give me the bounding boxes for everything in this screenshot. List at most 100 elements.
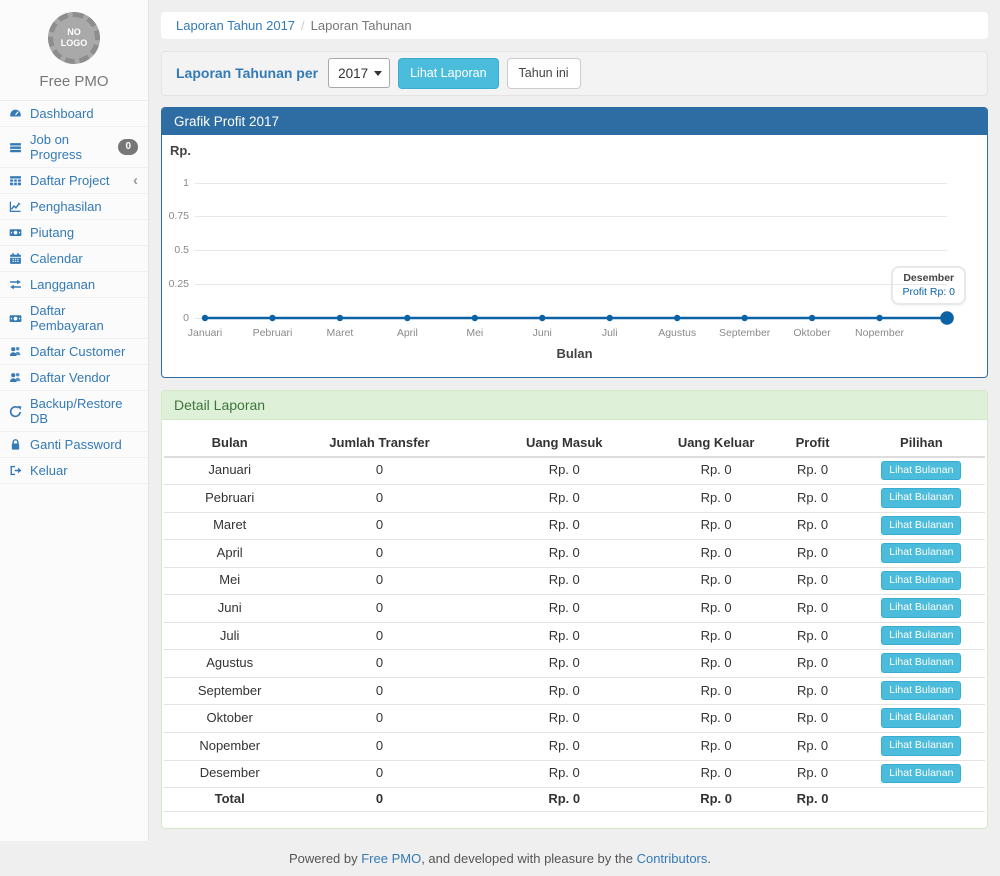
tasks-icon (9, 141, 24, 154)
lihat-bulanan-button[interactable]: Lihat Bulanan (881, 488, 961, 508)
table-row: Nopember0Rp. 0Rp. 0Rp. 0Lihat Bulanan (164, 732, 985, 760)
cell-profit: Rp. 0 (767, 512, 857, 540)
cell-bulan: Juni (164, 595, 295, 623)
y-axis-tick: 0.75 (162, 210, 189, 222)
tahun-ini-button[interactable]: Tahun ini (507, 58, 581, 89)
column-header: Jumlah Transfer (295, 429, 463, 457)
footer-link-free-pmo[interactable]: Free PMO (361, 851, 421, 866)
chart-point-maret[interactable] (337, 314, 343, 320)
lihat-bulanan-button[interactable]: Lihat Bulanan (881, 598, 961, 618)
chart-point-juni[interactable] (539, 314, 545, 320)
cell-pilihan: Lihat Bulanan (858, 760, 985, 788)
sidebar-item-daftar-vendor[interactable]: Daftar Vendor (0, 365, 148, 391)
chart-point-desember[interactable] (940, 311, 954, 325)
sidebar-item-daftar-project[interactable]: Daftar Project‹ (0, 168, 148, 194)
footer-link-contributors[interactable]: Contributors (637, 851, 708, 866)
lihat-laporan-button[interactable]: Lihat Laporan (398, 58, 498, 89)
cell-pilihan (858, 788, 985, 812)
chart-point-september[interactable] (741, 314, 747, 320)
chart-point-mei[interactable] (472, 314, 478, 320)
report-table: BulanJumlah TransferUang MasukUang Kelua… (164, 429, 985, 813)
cell-pilihan: Lihat Bulanan (858, 650, 985, 678)
lihat-bulanan-button[interactable]: Lihat Bulanan (881, 708, 961, 728)
sidebar-item-label: Backup/Restore DB (30, 396, 138, 426)
cell-bulan: Maret (164, 512, 295, 540)
year-select[interactable]: 2017 (328, 58, 390, 88)
cell-uang-masuk: Rp. 0 (464, 512, 665, 540)
chart-body: Rp. Bulan Desember Profit Rp: 0 00.250.5… (162, 135, 987, 377)
y-axis-tick: 1 (162, 177, 189, 189)
lihat-bulanan-button[interactable]: Lihat Bulanan (881, 571, 961, 591)
lihat-bulanan-button[interactable]: Lihat Bulanan (881, 736, 961, 756)
table-row: Desember0Rp. 0Rp. 0Rp. 0Lihat Bulanan (164, 760, 985, 788)
sidebar-item-label: Keluar (30, 463, 68, 478)
table-row: Oktober0Rp. 0Rp. 0Rp. 0Lihat Bulanan (164, 705, 985, 733)
cell-uang-keluar: Rp. 0 (665, 485, 768, 513)
sidebar-item-piutang[interactable]: Piutang (0, 220, 148, 246)
chart-point-oktober[interactable] (809, 314, 815, 320)
table-body: Januari0Rp. 0Rp. 0Rp. 0Lihat BulananPebr… (164, 457, 985, 812)
cell-uang-keluar: Rp. 0 (665, 705, 768, 733)
sidebar-item-dashboard[interactable]: Dashboard (0, 101, 148, 127)
sidebar-item-langganan[interactable]: Langganan (0, 272, 148, 298)
table-row: Agustus0Rp. 0Rp. 0Rp. 0Lihat Bulanan (164, 650, 985, 678)
y-axis-tick: 0.25 (162, 278, 189, 290)
lihat-bulanan-button[interactable]: Lihat Bulanan (881, 681, 961, 701)
sidebar-item-job-on-progress[interactable]: Job on Progress0 (0, 127, 148, 168)
cell-uang-keluar: Rp. 0 (665, 512, 768, 540)
cell-jumlah-transfer: 0 (295, 512, 463, 540)
lihat-bulanan-button[interactable]: Lihat Bulanan (881, 653, 961, 673)
sidebar-item-daftar-pembayaran[interactable]: Daftar Pembayaran (0, 298, 148, 339)
cell-uang-masuk: Rp. 0 (464, 540, 665, 568)
sidebar-item-label: Daftar Customer (30, 344, 125, 359)
cell-jumlah-transfer: 0 (295, 595, 463, 623)
cell-jumlah-transfer: 0 (295, 457, 463, 485)
sidebar-item-ganti-password[interactable]: Ganti Password (0, 432, 148, 458)
lihat-bulanan-button[interactable]: Lihat Bulanan (881, 461, 961, 481)
cell-uang-keluar: Rp. 0 (665, 622, 768, 650)
sidebar-item-penghasilan[interactable]: Penghasilan (0, 194, 148, 220)
cell-uang-keluar: Rp. 0 (665, 677, 768, 705)
chart-point-april[interactable] (404, 314, 410, 320)
sidebar: NO LOGO Free PMO DashboardJob on Progres… (0, 0, 149, 841)
chevron-down-icon (374, 71, 382, 76)
chevron-left-icon: ‹ (133, 176, 138, 186)
chart-point-juli[interactable] (607, 314, 613, 320)
column-header: Uang Masuk (464, 429, 665, 457)
cell-profit: Rp. 0 (767, 540, 857, 568)
sign-out-icon (9, 464, 24, 477)
y-axis-tick: 0 (162, 312, 189, 324)
sidebar-item-backup-restore-db[interactable]: Backup/Restore DB (0, 391, 148, 432)
column-header: Uang Keluar (665, 429, 768, 457)
chart-point-nopember[interactable] (876, 314, 882, 320)
cell-jumlah-transfer: 0 (295, 567, 463, 595)
lihat-bulanan-button[interactable]: Lihat Bulanan (881, 764, 961, 784)
footer: Powered by Free PMO, and developed with … (0, 841, 1000, 876)
lihat-bulanan-button[interactable]: Lihat Bulanan (881, 516, 961, 536)
cell-pilihan: Lihat Bulanan (858, 705, 985, 733)
cell-pilihan: Lihat Bulanan (858, 485, 985, 513)
chart-point-agustus[interactable] (674, 314, 680, 320)
cell-bulan: Pebruari (164, 485, 295, 513)
money-icon (9, 226, 24, 239)
lock-icon (9, 438, 24, 451)
cell-pilihan: Lihat Bulanan (858, 457, 985, 485)
chart-point-januari[interactable] (202, 314, 208, 320)
brand-name: Free PMO (0, 64, 148, 100)
detail-laporan-title: Detail Laporan (162, 391, 987, 420)
sidebar-item-calendar[interactable]: Calendar (0, 246, 148, 272)
breadcrumb-link-laporan-tahun[interactable]: Laporan Tahun 2017 (176, 18, 295, 33)
cell-uang-masuk: Rp. 0 (464, 485, 665, 513)
cell-uang-keluar: Rp. 0 (665, 540, 768, 568)
chart-x-axis-label: Bulan (162, 346, 987, 361)
cell-bulan: Agustus (164, 650, 295, 678)
cell-profit: Rp. 0 (767, 457, 857, 485)
cell-jumlah-transfer: 0 (295, 485, 463, 513)
lihat-bulanan-button[interactable]: Lihat Bulanan (881, 626, 961, 646)
lihat-bulanan-button[interactable]: Lihat Bulanan (881, 543, 961, 563)
chart-point-pebruari[interactable] (269, 314, 275, 320)
cell-bulan: Total (164, 788, 295, 812)
sidebar-item-daftar-customer[interactable]: Daftar Customer (0, 339, 148, 365)
sidebar-item-keluar[interactable]: Keluar (0, 458, 148, 484)
cell-pilihan: Lihat Bulanan (858, 677, 985, 705)
